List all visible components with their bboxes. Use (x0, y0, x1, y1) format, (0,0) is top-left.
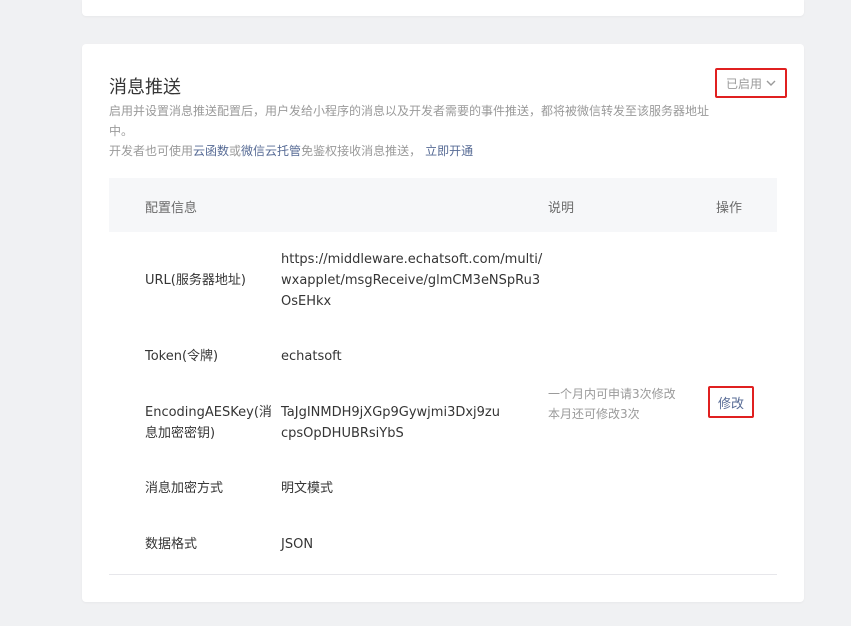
row-format-value: JSON (281, 537, 314, 552)
header-config: 配置信息 (145, 201, 198, 216)
row-encryption-label: 消息加密方式 (145, 481, 224, 496)
header-note: 说明 (548, 201, 575, 216)
table-header: 配置信息 说明 操作 (109, 178, 777, 232)
note-line-2: 本月还可修改3次 (548, 407, 640, 421)
row-token-value: echatsoft (281, 349, 342, 364)
edit-aeskey-button[interactable]: 修改 (708, 386, 754, 418)
enable-now-link[interactable]: 立即开通 (425, 144, 473, 158)
message-push-card: 消息推送 已启用 启用并设置消息推送配置后，用户发给小程序的消息以及开发者需要的… (82, 44, 804, 602)
header-action: 操作 (716, 201, 743, 216)
row-url-value: https://middleware.echatsoft.com/multi/w… (281, 252, 543, 309)
cloud-function-link[interactable]: 云函数 (193, 144, 229, 158)
section-description: 启用并设置消息推送配置后，用户发给小程序的消息以及开发者需要的事件推送，都将被微… (109, 104, 710, 138)
config-table: 配置信息 说明 操作 URL(服务器地址) https://middleware… (109, 178, 777, 575)
row-encryption-value: 明文模式 (281, 481, 334, 496)
chevron-down-icon (766, 77, 776, 90)
status-label: 已启用 (725, 76, 762, 91)
desc-prefix: 开发者也可使用 (109, 144, 194, 158)
table-body: URL(服务器地址) https://middleware.echatsoft.… (109, 232, 777, 575)
section-description-extra: 开发者也可使用云函数或微信云托管免鉴权接收消息推送， 立即开通 (109, 141, 473, 161)
previous-card (82, 0, 804, 16)
wechat-cloud-hosting-link[interactable]: 微信云托管 (241, 144, 301, 158)
row-format-label: 数据格式 (145, 537, 198, 552)
row-url-label: URL(服务器地址) (145, 273, 246, 288)
desc-or: 或 (229, 144, 242, 158)
row-token-label: Token(令牌) (145, 349, 219, 364)
note-line-1: 一个月内可申请3次修改 (548, 387, 676, 401)
status-dropdown[interactable]: 已启用 (715, 68, 787, 98)
row-aeskey-label: EncodingAESKey(消息加密密钥) (145, 405, 272, 441)
section-title: 消息推送 (109, 77, 181, 98)
desc-suffix: 免鉴权接收消息推送， (301, 144, 422, 158)
aeskey-note: 一个月内可申请3次修改 本月还可修改3次 (548, 384, 676, 424)
row-aeskey-value: TaJgINMDH9jXGp9Gywjmi3Dxj9zucpsOpDHUBRsi… (281, 405, 500, 441)
